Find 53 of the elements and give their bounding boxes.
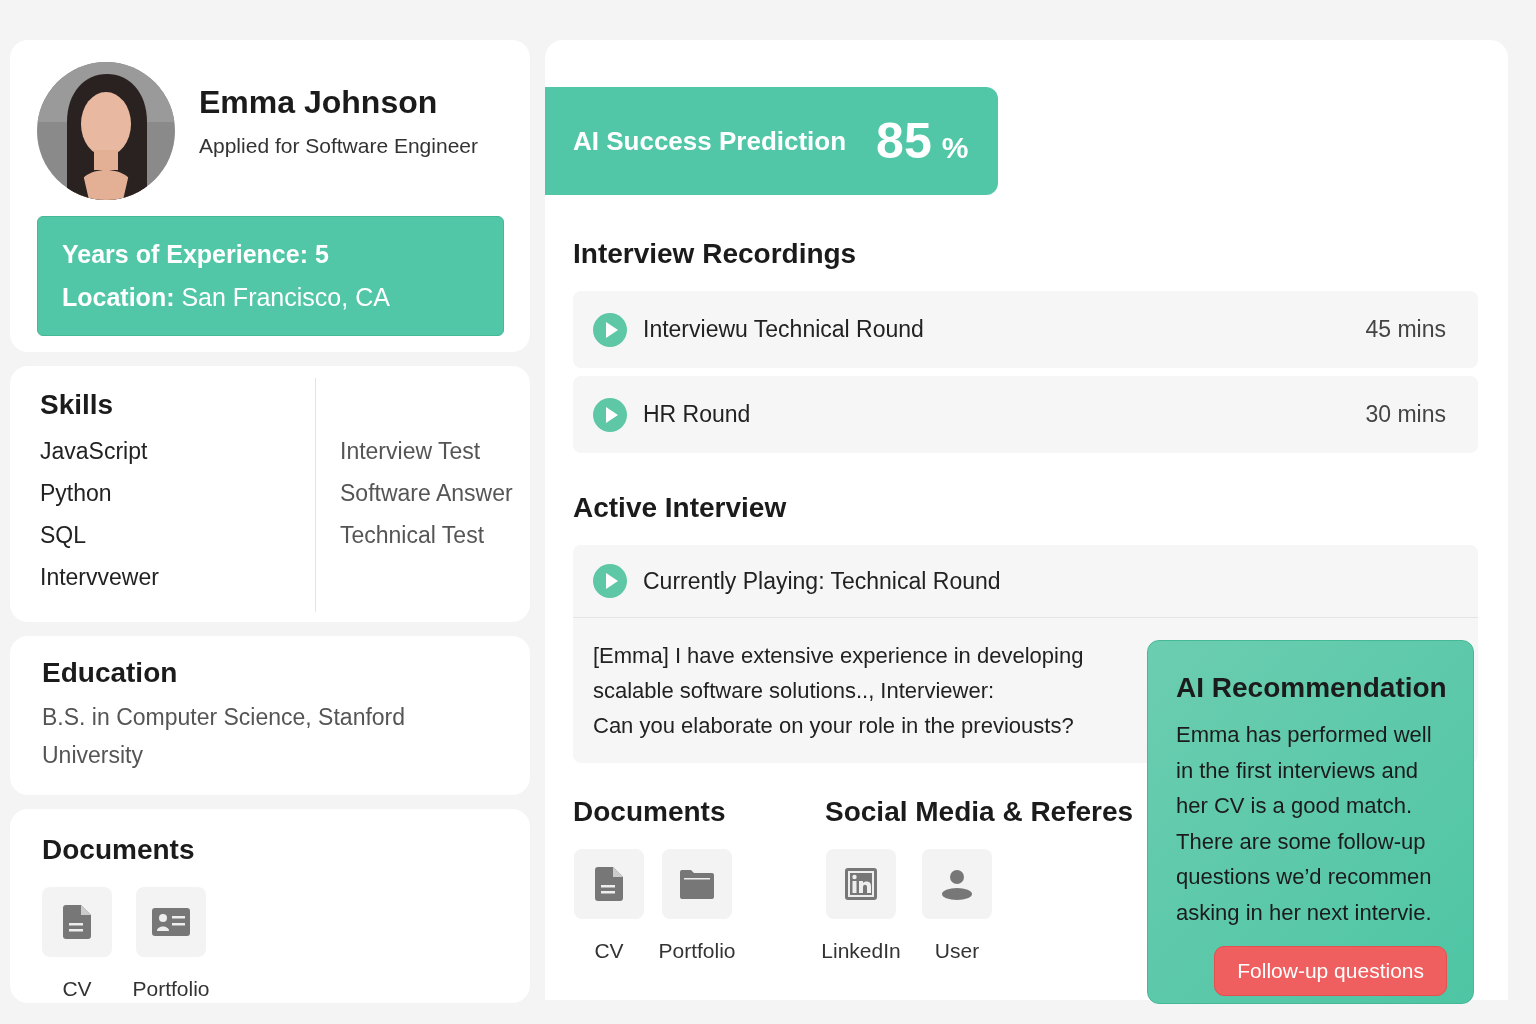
skill-item: Intervvewer: [40, 563, 160, 592]
experience-text: Years of Experience: 5: [62, 239, 330, 270]
now-playing-text: Currently Playing: Technical Round: [643, 566, 1001, 596]
recording-duration: 45 mins: [1365, 315, 1446, 345]
skill-item: Technical Test: [340, 521, 486, 550]
play-icon[interactable]: [593, 564, 627, 598]
section-title: Documents: [573, 795, 727, 829]
recommendation-text: Emma has performed well in the first interviews and her CV is a good match. There are some follow-up questions we’d recommen asking in her next intervie.: [1176, 721, 1433, 927]
document-icon: [595, 867, 623, 901]
section-title: Education: [42, 656, 179, 690]
skill-item: Interview Test: [340, 437, 482, 466]
skill-item: JavaScript: [40, 437, 149, 466]
skill-item: Software Answer: [340, 479, 513, 508]
section-title: Interview Recordings: [573, 237, 858, 271]
candidate-name: Emma Johnson: [199, 83, 439, 122]
section-title: Active Interview: [573, 491, 788, 525]
user-icon: [941, 868, 973, 900]
document-tile[interactable]: [136, 887, 206, 957]
prediction-value: 85: [876, 111, 932, 171]
recording-title: Interviewu Technical Round: [643, 315, 924, 345]
document-tile[interactable]: [574, 849, 644, 919]
tile-label: User: [934, 938, 980, 964]
recording-row[interactable]: HR Round 30 mins: [573, 376, 1478, 453]
play-icon[interactable]: [593, 397, 627, 432]
document-tile[interactable]: [922, 849, 992, 919]
recording-row[interactable]: Interviewu Technical Round 45 mins: [573, 291, 1478, 368]
linkedin-icon: [845, 868, 877, 900]
applied-role: Applied for Software Engineer: [199, 133, 478, 159]
location-text: Location: San Francisco, CA: [62, 282, 391, 313]
skill-item: Python: [40, 479, 113, 508]
document-tile[interactable]: [662, 849, 732, 919]
recording-title: HR Round: [643, 400, 751, 430]
document-tile[interactable]: [42, 887, 112, 957]
document-tile[interactable]: [826, 849, 896, 919]
section-title: Social Media & Referes: [825, 795, 1134, 829]
education-text: B.S. in Computer Science, Stanford University: [42, 703, 407, 770]
folder-icon: [680, 869, 714, 899]
tile-label: Portfolio: [132, 976, 210, 1002]
document-icon: [63, 905, 91, 939]
section-title: Skills: [40, 388, 115, 422]
recommendation-title: AI Recommendation: [1176, 671, 1447, 705]
tile-label: LinkedIn: [821, 938, 901, 964]
prediction-label: AI Success Prediction: [573, 124, 847, 158]
transcript-text: [Emma] I have extensive experience in developing scalable software solutions.., Interviewer: Can you elaborate on your role in the previousts?: [592, 642, 1085, 740]
recording-duration: 30 mins: [1365, 400, 1446, 430]
tile-label: CV: [62, 976, 92, 1002]
section-title: Documents: [42, 833, 196, 867]
play-icon[interactable]: [593, 312, 627, 347]
tile-label: Portfolio: [658, 938, 736, 964]
skill-item: SQL: [40, 521, 88, 550]
percent-sign: %: [941, 129, 969, 166]
tile-label: CV: [594, 938, 624, 964]
id-card-icon: [152, 908, 190, 936]
